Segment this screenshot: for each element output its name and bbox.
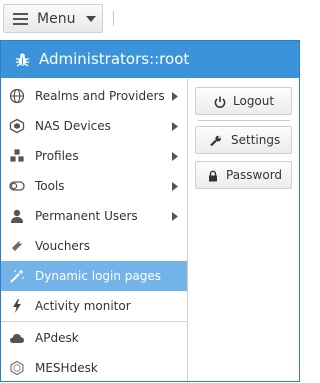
password-button[interactable]: Password	[195, 161, 292, 189]
menu-item-label: NAS Devices	[35, 119, 111, 133]
menu-item-label: Tools	[35, 179, 65, 193]
hamburger-icon	[13, 13, 28, 25]
user-icon	[9, 208, 25, 224]
actions-separator	[198, 120, 290, 121]
menu-item-label: Permanent Users	[35, 209, 138, 223]
submenu-arrow-icon	[172, 92, 178, 101]
submenu-arrow-icon	[172, 182, 178, 191]
magic-wand-icon	[9, 268, 25, 284]
menu-item-profiles[interactable]: Profiles	[1, 141, 187, 171]
submenu-arrow-icon	[172, 122, 178, 131]
top-toolbar: Menu	[0, 0, 300, 38]
lock-icon	[207, 170, 219, 182]
menu-item-dynamic-login-pages[interactable]: Dynamic login pages	[1, 261, 187, 291]
main-menu-panel: Administrators::root Realms and Provider…	[0, 40, 300, 382]
settings-button[interactable]: Settings	[195, 126, 292, 154]
panel-header: Administrators::root	[1, 41, 299, 78]
menu-item-label: Dynamic login pages	[35, 269, 161, 283]
logout-button[interactable]: Logout	[195, 87, 292, 115]
menu-list: Realms and Providers NAS Devices Prof	[1, 79, 188, 381]
toggle-icon	[9, 178, 25, 194]
menu-button[interactable]: Menu	[3, 4, 103, 33]
menu-item-tools[interactable]: Tools	[1, 171, 187, 201]
ticket-icon	[9, 238, 25, 254]
submenu-arrow-icon	[172, 152, 178, 161]
lightning-icon	[9, 298, 25, 314]
toolbar-separator	[113, 11, 114, 26]
menu-item-vouchers[interactable]: Vouchers	[1, 231, 187, 261]
wrench-icon	[210, 135, 222, 147]
logout-label: Logout	[233, 94, 274, 108]
settings-label: Settings	[231, 133, 280, 147]
menu-item-label: Profiles	[35, 149, 79, 163]
menu-divider	[1, 321, 187, 322]
hexagon-icon	[9, 360, 25, 376]
nas-device-icon	[9, 118, 25, 134]
menu-item-label: Activity monitor	[35, 299, 131, 313]
menu-item-nas-devices[interactable]: NAS Devices	[1, 111, 187, 141]
globe-icon	[9, 88, 25, 104]
panel-title: Administrators::root	[39, 50, 189, 68]
menu-item-label: APdesk	[35, 331, 79, 345]
menu-item-activity-monitor[interactable]: Activity monitor	[1, 291, 187, 321]
bug-icon	[15, 52, 30, 67]
power-icon	[214, 96, 226, 108]
submenu-arrow-icon	[172, 212, 178, 221]
menu-item-label: MESHdesk	[35, 361, 98, 375]
caret-down-icon	[86, 16, 96, 23]
menu-item-meshdesk[interactable]: MESHdesk	[1, 353, 187, 383]
menu-item-realms-and-providers[interactable]: Realms and Providers	[1, 81, 187, 111]
cubes-icon	[9, 148, 25, 164]
menu-item-apdesk[interactable]: APdesk	[1, 323, 187, 353]
password-label: Password	[226, 168, 282, 182]
cloud-icon	[9, 330, 25, 346]
menu-item-label: Realms and Providers	[35, 89, 165, 103]
menu-button-label: Menu	[37, 11, 75, 27]
menu-item-permanent-users[interactable]: Permanent Users	[1, 201, 187, 231]
menu-item-label: Vouchers	[35, 239, 90, 253]
